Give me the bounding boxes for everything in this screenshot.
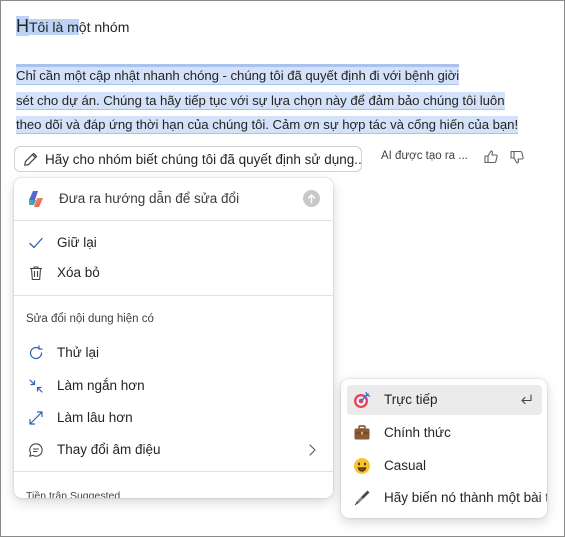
fountain-pen-icon [354, 490, 370, 506]
change-tone-button[interactable]: Thay đổi âm điệu [14, 435, 333, 465]
menu-divider [14, 471, 333, 472]
shrink-arrows-icon [29, 379, 43, 393]
ai-generated-note[interactable]: AI được tạo ra ... [381, 150, 468, 162]
text-cursor-letter: H [16, 16, 29, 36]
paragraph-line: theo dõi và đáp ứng thời hạn của chúng t… [16, 116, 519, 134]
pencil-icon [24, 152, 38, 166]
keep-button[interactable]: Giữ lại [14, 228, 333, 258]
tone-poem-label: Hãy biến nó thành một bài thơ [384, 490, 547, 505]
retry-button[interactable]: Thử lại [14, 338, 333, 368]
tone-casual-option[interactable]: Casual [347, 451, 542, 481]
section-title: Sửa đổi nội dung hiện có [26, 313, 154, 325]
prompt-summary-pill[interactable]: Hãy cho nhóm biết chúng tôi đã quyết địn… [14, 146, 362, 172]
trash-icon [30, 266, 42, 281]
chat-bubble-icon [29, 443, 43, 457]
tone-formal-option[interactable]: Chính thức [347, 418, 542, 448]
tone-formal-label: Chính thức [384, 425, 451, 440]
keep-label: Giữ lại [57, 235, 97, 250]
refresh-icon [29, 345, 43, 360]
tone-casual-label: Casual [384, 458, 427, 473]
selected-text: Tôi là m [29, 19, 79, 35]
make-shorter-label: Làm ngắn hơn [57, 378, 145, 393]
revision-prompt-input[interactable]: Đưa ra hướng dẫn để sửa đổi [14, 178, 333, 220]
tone-poem-option[interactable]: Hãy biến nó thành một bài thơ [347, 483, 547, 513]
expand-arrows-icon [29, 411, 43, 425]
tone-submenu: Trực tiếp Chính thức Casual Hãy biến nó [341, 379, 547, 518]
suggested-section-title: Tiền trận Suggested [26, 490, 121, 498]
send-button[interactable] [303, 190, 320, 207]
smiley-face-icon [354, 458, 370, 474]
revision-prompt-placeholder: Đưa ra hướng dẫn để sửa đổi [59, 191, 240, 206]
chevron-right-icon [309, 444, 316, 456]
paragraph-line: Chỉ cần một cập nhật nhanh chóng - chúng… [16, 64, 516, 89]
thumbs-up-icon[interactable] [483, 149, 499, 165]
tone-direct-option[interactable]: Trực tiếp [347, 385, 542, 415]
greeting-rest-text: ột nhóm [78, 19, 130, 35]
make-shorter-button[interactable]: Làm ngắn hơn [14, 371, 333, 401]
arrow-up-icon [307, 194, 316, 204]
menu-divider [14, 220, 333, 221]
change-tone-label: Thay đổi âm điệu [57, 442, 161, 457]
make-longer-label: Làm lâu hơn [57, 410, 133, 425]
document-greeting[interactable]: HTôi là một nhóm [16, 14, 129, 38]
delete-label: Xóa bỏ [57, 265, 100, 280]
paragraph-line: sét cho dự án. Chúng ta hãy tiếp tục với… [16, 91, 505, 110]
copilot-logo-icon [29, 191, 43, 207]
thumbs-down-icon[interactable] [509, 149, 525, 165]
copilot-menu: Đưa ra hướng dẫn để sửa đổi Giữ lại Xóa … [14, 178, 333, 498]
tone-direct-label: Trực tiếp [384, 392, 438, 407]
generated-paragraph[interactable]: Chỉ cần một cập nhật nhanh chóng - chúng… [16, 64, 519, 138]
retry-label: Thử lại [57, 345, 100, 360]
checkmark-icon [29, 237, 43, 249]
target-icon [354, 391, 371, 408]
enter-key-icon [521, 394, 532, 405]
menu-divider [14, 295, 333, 296]
make-longer-button[interactable]: Làm lâu hơn [14, 403, 333, 433]
prompt-summary-text: Hãy cho nhóm biết chúng tôi đã quyết địn… [45, 151, 362, 167]
briefcase-icon [354, 425, 370, 440]
delete-button[interactable]: Xóa bỏ [14, 258, 333, 288]
